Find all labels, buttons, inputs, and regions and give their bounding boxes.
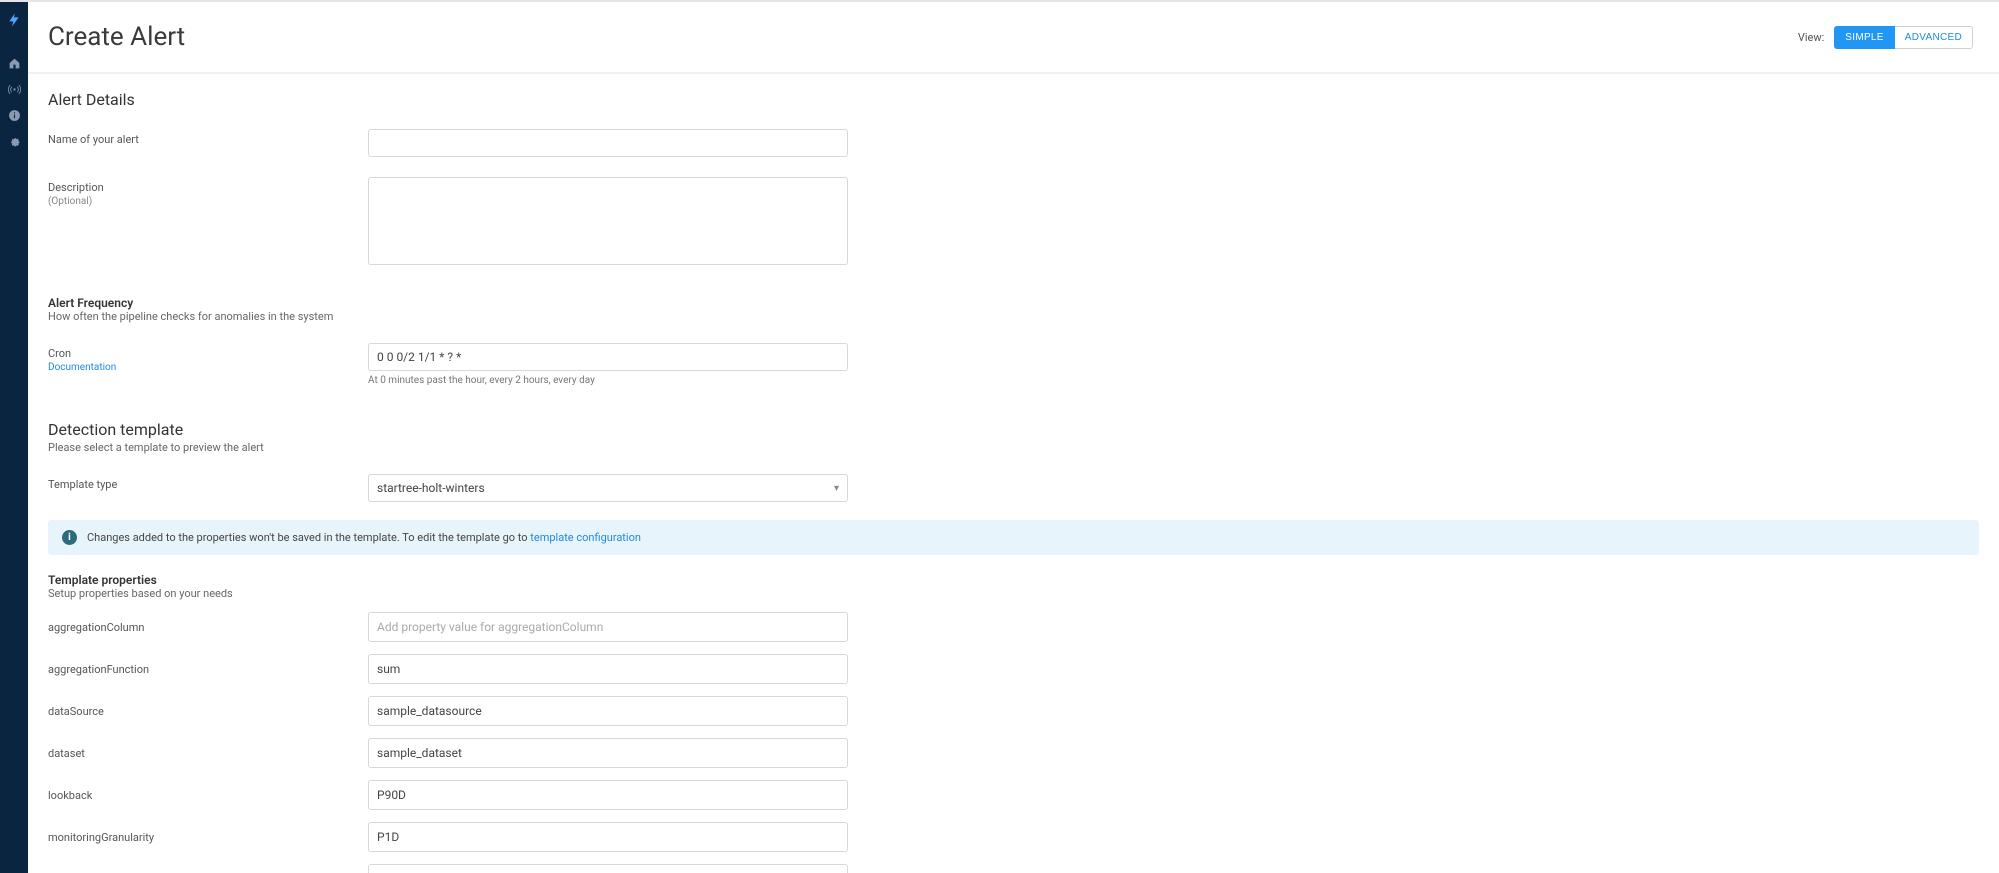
gear-icon [8,135,21,148]
sidebar-item-info[interactable] [0,102,28,128]
detection-template-panel: Detection template Please select a templ… [28,404,1999,873]
template-configuration-link[interactable]: template configuration [530,531,641,544]
property-row-dataset: dataset [48,738,1979,768]
property-label-monitoringGranularity: monitoringGranularity [48,831,368,844]
cron-helper-text: At 0 minutes past the hour, every 2 hour… [368,375,848,386]
sidebar-item-settings[interactable] [0,128,28,154]
page-title: Create Alert [48,22,185,52]
view-simple-button[interactable]: SIMPLE [1834,26,1894,49]
property-row-aggregationFunction: aggregationFunction [48,654,1979,684]
view-advanced-button[interactable]: ADVANCED [1895,26,1973,49]
sidebar-item-home[interactable] [0,50,28,76]
template-type-value: startree-holt-winters [377,481,485,495]
description-textarea[interactable] [368,177,848,265]
property-row-aggregationColumn: aggregationColumn [48,612,1979,642]
home-icon [8,57,21,70]
property-row-sensitivity: sensitivity [48,864,1979,873]
info-icon [8,109,21,122]
property-input-lookback[interactable] [368,780,848,810]
view-label: View: [1798,31,1824,44]
property-label-aggregationColumn: aggregationColumn [48,621,368,634]
detection-sub: Please select a template to preview the … [48,441,1979,454]
app-root: Create Alert View: SIMPLE ADVANCED Alert… [0,0,1999,873]
alert-details-panel: Alert Details Name of your alert Descrip… [28,74,1999,404]
info-icon: i [62,530,77,545]
sidebar [0,2,28,873]
cron-documentation-link[interactable]: Documentation [48,362,116,373]
label-description: Description (Optional) [48,177,368,207]
property-input-aggregationFunction[interactable] [368,654,848,684]
alert-frequency-block: Alert Frequency How often the pipeline c… [48,296,1979,323]
view-toggle: View: SIMPLE ADVANCED [1798,26,1973,49]
main-content: Create Alert View: SIMPLE ADVANCED Alert… [28,2,1999,873]
property-label-lookback: lookback [48,789,368,802]
row-template-type: Template type startree-holt-winters ▾ [48,474,1979,502]
property-row-lookback: lookback [48,780,1979,810]
cron-input[interactable] [368,343,848,371]
alert-frequency-sub: How often the pipeline checks for anomal… [48,310,1979,323]
property-row-dataSource: dataSource [48,696,1979,726]
alert-details-title: Alert Details [48,90,1979,109]
template-type-select[interactable]: startree-holt-winters ▾ [368,474,848,502]
template-properties-title: Template properties [48,573,1979,587]
row-alert-name: Name of your alert [48,129,1979,157]
property-label-dataset: dataset [48,747,368,760]
label-template-type: Template type [48,474,368,491]
property-label-dataSource: dataSource [48,705,368,718]
template-properties-sub: Setup properties based on your needs [48,587,1979,600]
alert-name-input[interactable] [368,129,848,157]
chevron-down-icon: ▾ [834,483,839,494]
info-banner: i Changes added to the properties won't … [48,520,1979,555]
property-input-monitoringGranularity[interactable] [368,822,848,852]
alert-frequency-title: Alert Frequency [48,296,1979,310]
info-banner-text: Changes added to the properties won't be… [87,531,641,544]
template-properties-block: Template properties Setup properties bas… [48,573,1979,873]
row-description: Description (Optional) [48,177,1979,268]
broadcast-icon [8,83,21,96]
label-cron: Cron Documentation [48,343,368,373]
property-input-aggregationColumn[interactable] [368,612,848,642]
property-input-dataSource[interactable] [368,696,848,726]
app-logo[interactable] [4,10,24,30]
view-button-group: SIMPLE ADVANCED [1834,26,1973,49]
property-label-aggregationFunction: aggregationFunction [48,663,368,676]
property-input-dataset[interactable] [368,738,848,768]
property-row-monitoringGranularity: monitoringGranularity [48,822,1979,852]
property-input-sensitivity[interactable] [368,864,848,873]
sidebar-item-broadcast[interactable] [0,76,28,102]
label-alert-name: Name of your alert [48,129,368,146]
detection-title: Detection template [48,420,1979,439]
topbar: Create Alert View: SIMPLE ADVANCED [28,2,1999,74]
row-cron: Cron Documentation At 0 minutes past the… [48,343,1979,386]
